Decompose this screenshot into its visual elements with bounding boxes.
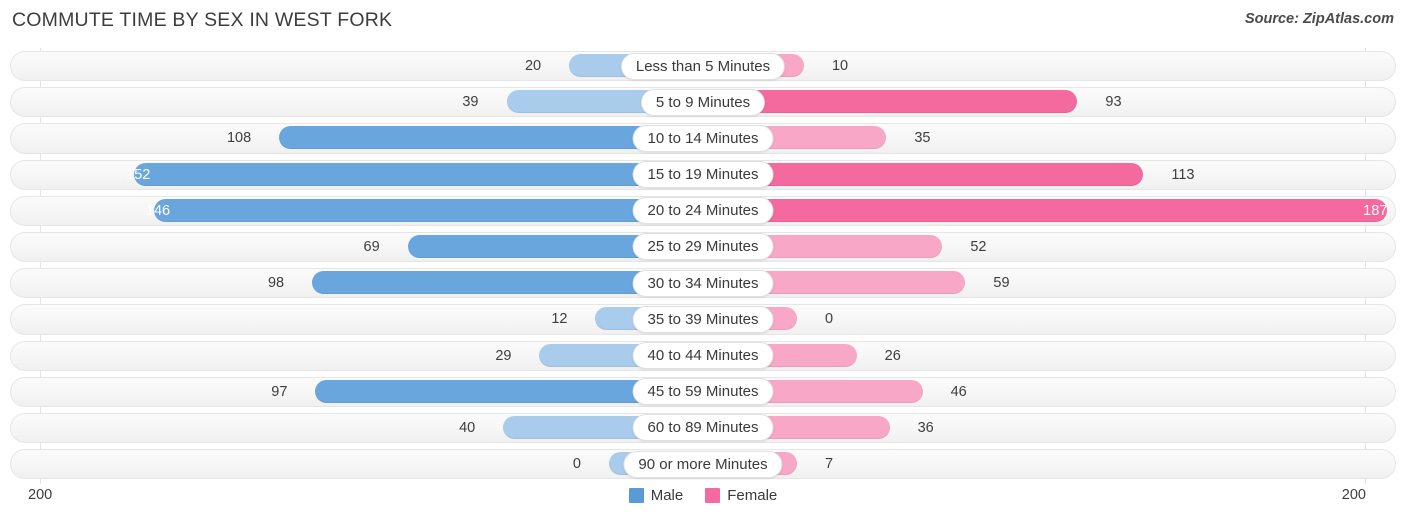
chart-plot-area: 20 10 Less than 5 Minutes 39 93 5 to 9 Minute… [10,48,1396,484]
bar-value-female: 52 [970,238,987,255]
chart-row: 152 113 15 to 19 Minutes [10,157,1396,193]
bar-value-male: 29 [495,347,512,364]
bar-value-male: 98 [267,275,285,292]
bar-value-female: 26 [884,347,901,364]
chart-row: 0 7 90 or more Minutes [10,446,1396,482]
category-label: 30 to 34 Minutes [632,269,774,297]
bar-value-male: 146 [145,202,171,219]
bar-value-female: 46 [950,383,967,400]
bar-value-male: 39 [462,94,479,111]
bar-value-male: 69 [363,238,380,255]
bar-value-male: 0 [572,456,581,473]
bar-value-male: 152 [126,166,151,183]
bar-value-male: 12 [551,311,568,328]
row-bars: 20 10 Less than 5 Minutes [10,48,1396,84]
bar-female[interactable] [693,198,1388,222]
category-label: 15 to 19 Minutes [632,161,774,189]
bar-value-female: 113 [1171,166,1195,183]
row-bars: 152 113 15 to 19 Minutes [10,157,1396,193]
chart-rows: 20 10 Less than 5 Minutes 39 93 5 to 9 Minute… [10,48,1396,482]
category-label: 10 to 14 Minutes [632,124,774,152]
row-bars: 69 52 25 to 29 Minutes [10,229,1396,265]
chart-row: 12 0 35 to 39 Minutes [10,301,1396,337]
row-bars: 0 7 90 or more Minutes [10,446,1396,482]
bar-value-female: 35 [914,130,931,147]
chart-legend: Male Female [10,487,1396,504]
bar-value-male: 97 [271,383,288,400]
category-label: 35 to 39 Minutes [632,305,774,333]
legend-swatch-icon [705,488,721,503]
category-label: 20 to 24 Minutes [632,197,774,225]
bar-value-male: 40 [459,419,476,436]
bar-male[interactable] [153,198,713,222]
row-bars: 108 35 10 to 14 Minutes [10,120,1396,156]
row-bars: 29 26 40 to 44 Minutes [10,338,1396,374]
category-label: 5 to 9 Minutes [640,88,766,116]
bar-value-female: 36 [917,419,934,436]
legend-item-female[interactable]: Female [705,487,777,504]
chart-row: 146 187 20 to 24 Minutes [10,193,1396,229]
row-bars: 97 46 45 to 59 Minutes [10,374,1396,410]
chart-row: 98 59 30 to 34 Minutes [10,265,1396,301]
bar-male[interactable] [134,162,713,186]
chart-header: COMMUTE TIME BY SEX IN WEST FORK Source:… [0,0,1406,44]
bar-value-female: 10 [831,58,849,74]
legend-label: Female [727,487,778,504]
bar-value-female: 59 [993,275,1010,292]
row-bars: 98 59 30 to 34 Minutes [10,265,1396,301]
chart-row: 29 26 40 to 44 Minutes [10,338,1396,374]
category-label: Less than 5 Minutes [620,52,786,80]
bar-value-female: 7 [825,456,834,473]
legend-label: Male [650,487,684,504]
category-label: 40 to 44 Minutes [632,342,774,369]
row-bars: 39 93 5 to 9 Minutes [10,84,1396,120]
source-attribution: Source: ZipAtlas.com [1244,11,1394,27]
page-title: COMMUTE TIME BY SEX IN WEST FORK [12,9,393,31]
chart-row: 40 36 60 to 89 Minutes [10,410,1396,446]
legend-swatch-icon [628,488,644,503]
bar-value-male: 20 [524,58,542,74]
row-bars: 40 36 60 to 89 Minutes [10,410,1396,446]
chart-row: 20 10 Less than 5 Minutes [10,48,1396,84]
category-label: 90 or more Minutes [623,450,783,478]
row-bars: 146 187 20 to 24 Minutes [10,193,1396,229]
row-bars: 12 0 35 to 39 Minutes [10,301,1396,337]
chart-page: COMMUTE TIME BY SEX IN WEST FORK Source:… [0,0,1406,522]
legend-item-male[interactable]: Male [628,487,684,504]
bar-value-female: 93 [1105,94,1122,111]
category-label: 45 to 59 Minutes [632,378,774,406]
chart-row: 108 35 10 to 14 Minutes [10,120,1396,156]
chart-row: 69 52 25 to 29 Minutes [10,229,1396,265]
bar-value-female: 187 [1363,202,1388,219]
category-label: 25 to 29 Minutes [632,233,774,261]
category-label: 60 to 89 Minutes [632,414,774,442]
bar-value-female: 0 [825,311,834,328]
bar-value-male: 108 [226,130,252,147]
chart-footer: 200 200 Male Female [10,484,1396,518]
chart-row: 97 46 45 to 59 Minutes [10,374,1396,410]
chart-row: 39 93 5 to 9 Minutes [10,84,1396,120]
